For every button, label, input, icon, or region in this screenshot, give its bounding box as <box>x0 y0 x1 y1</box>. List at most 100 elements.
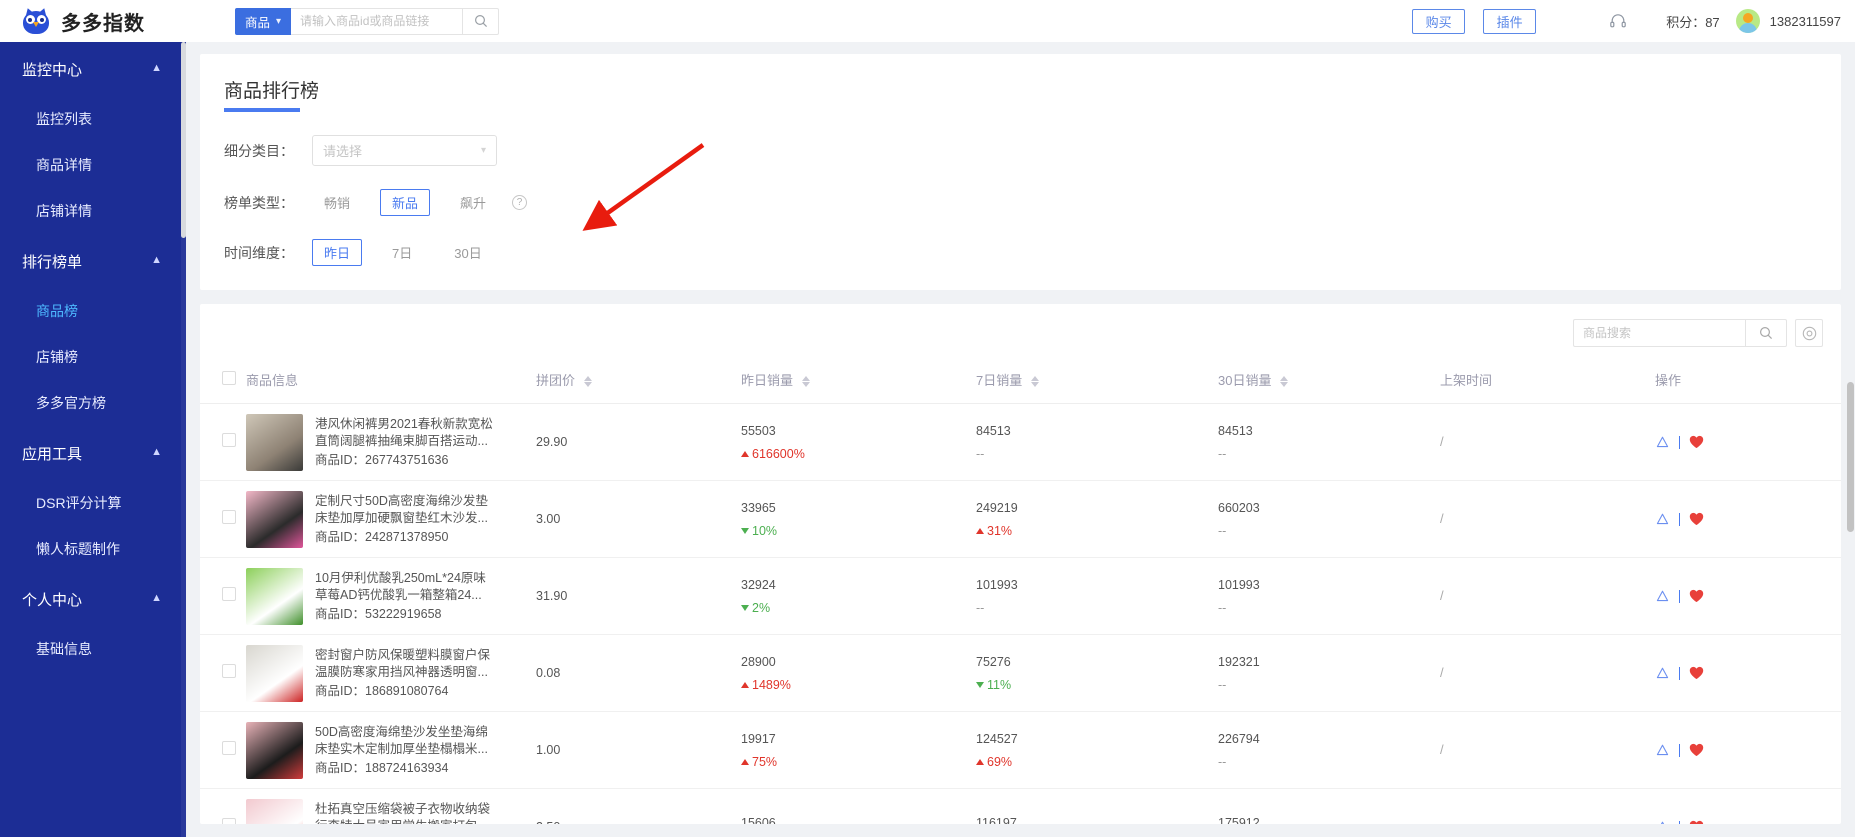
listed-time-cell: / <box>1440 557 1655 635</box>
sales-value: 32924 <box>741 577 776 592</box>
favorite-heart-icon[interactable] <box>1689 512 1704 526</box>
table-search-input[interactable] <box>1573 319 1745 347</box>
table-row[interactable]: 定制尺寸50D高密度海绵沙发垫 床垫加厚加硬飘窗垫红木沙发... 商品ID：2428… <box>200 480 1841 558</box>
col-7d-sales[interactable]: 7日销量 <box>976 362 1218 404</box>
monitor-add-icon[interactable] <box>1655 666 1670 681</box>
table-row[interactable]: 10月伊利优酸乳250mL*24原味 草莓AD钙优酸乳一箱整箱24... 商品ID：… <box>200 557 1841 635</box>
triangle-down-icon <box>976 681 984 688</box>
sort-icon[interactable] <box>1030 376 1039 388</box>
delta: 69% <box>976 755 1218 769</box>
help-icon[interactable]: ? <box>512 195 528 210</box>
sort-icon[interactable] <box>801 376 810 388</box>
favorite-heart-icon[interactable] <box>1689 589 1704 603</box>
table-row[interactable]: 50D高密度海绵垫沙发坐垫海绵 床垫实木定制加厚坐垫榻榻米... 商品ID：1887… <box>200 711 1841 789</box>
sort-icon[interactable] <box>583 376 592 388</box>
price-cell: 0.08 <box>536 634 741 712</box>
monitor-add-icon[interactable] <box>1655 512 1670 527</box>
sidebar-item-official-rank[interactable]: 多多官方榜 <box>0 380 186 426</box>
sidebar-group-ranking[interactable]: 排行榜单 ▲ <box>0 234 186 288</box>
sidebar-group-personal[interactable]: 个人中心 ▲ <box>0 572 186 626</box>
search-submit-button[interactable] <box>463 7 500 35</box>
sales-7d-cell: 101993 -- <box>976 557 1218 635</box>
row-checkbox[interactable] <box>222 432 236 447</box>
sidebar-item-product-detail[interactable]: 商品详情 <box>0 142 186 188</box>
buy-button[interactable]: 购买 <box>1412 8 1466 34</box>
sidebar-item-label: 监控列表 <box>36 111 92 127</box>
action-divider <box>1679 435 1680 449</box>
content-scrollbar[interactable] <box>1846 42 1855 837</box>
row-checkbox[interactable] <box>222 586 236 601</box>
filter-row-list-type: 榜单类型： 畅销 新品 飙升 ? <box>224 189 1841 216</box>
sidebar-item-shop-detail[interactable]: 店铺详情 <box>0 188 186 234</box>
monitor-add-icon[interactable] <box>1655 820 1670 825</box>
select-all-checkbox[interactable] <box>222 371 236 385</box>
table-toolbar <box>200 304 1841 362</box>
product-title-line1: 10月伊利优酸乳250mL*24原味 <box>315 570 486 585</box>
monitor-add-icon[interactable] <box>1655 743 1670 758</box>
time-label: 时间维度： <box>224 244 294 261</box>
favorite-heart-icon[interactable] <box>1689 820 1704 824</box>
favorite-heart-icon[interactable] <box>1689 666 1704 680</box>
sidebar-item-title-maker[interactable]: 懒人标题制作 <box>0 526 186 572</box>
support-headset-icon[interactable] <box>1608 11 1628 31</box>
triangle-down-icon <box>741 604 749 611</box>
plugin-button[interactable]: 插件 <box>1483 8 1537 34</box>
category-select[interactable]: 请选择 ▾ <box>312 135 497 166</box>
list-type-option-bestseller[interactable]: 畅销 <box>312 189 362 216</box>
product-thumbnail <box>246 413 303 471</box>
category-select-value: 请选择 <box>323 144 363 159</box>
content-scrollbar-thumb[interactable] <box>1847 382 1854 532</box>
row-checkbox[interactable] <box>222 509 236 524</box>
search-category-button[interactable]: 商品 ▾ <box>235 7 292 35</box>
listed-time-cell <box>1440 788 1655 824</box>
camera-search-icon[interactable] <box>1795 319 1823 347</box>
delta: -- <box>1218 446 1227 461</box>
list-type-option-new[interactable]: 新品 <box>380 189 431 216</box>
delta: 10% <box>741 524 976 538</box>
col-yesterday-sales[interactable]: 昨日销量 <box>741 362 976 404</box>
monitor-add-icon[interactable] <box>1655 435 1670 450</box>
sort-icon[interactable] <box>1280 376 1289 388</box>
sidebar-item-basic-info[interactable]: 基础信息 <box>0 626 186 672</box>
product-id: 商品ID：267743751636 <box>315 452 449 467</box>
sidebar-group-label: 应用工具 <box>22 445 83 463</box>
sidebar-item-shop-rank[interactable]: 店铺榜 <box>0 334 186 380</box>
listed-time-cell: / <box>1440 403 1655 481</box>
time-option-yesterday[interactable]: 昨日 <box>312 239 363 266</box>
favorite-heart-icon[interactable] <box>1689 743 1704 757</box>
user-phone[interactable]: 1382311597 <box>1770 14 1841 29</box>
favorite-heart-icon[interactable] <box>1689 435 1704 449</box>
list-type-option-rising[interactable]: 飙升 <box>448 189 498 216</box>
table-row[interactable]: 密封窗户防风保暖塑料膜窗户保 温膜防寒家用挡风神器透明窗... 商品ID：18689… <box>200 634 1841 712</box>
col-price[interactable]: 拼团价 <box>536 362 741 404</box>
brand-logo[interactable]: 多多指数 <box>0 0 186 42</box>
sidebar-scrollbar[interactable] <box>181 42 186 837</box>
header-right-cluster: 购买 插件 积分：87 1382311597 <box>1412 8 1855 34</box>
product-thumbnail <box>246 490 303 548</box>
monitor-add-icon[interactable] <box>1655 589 1670 604</box>
points-label: 积分：87 <box>1666 14 1720 30</box>
sidebar-group-tools[interactable]: 应用工具 ▲ <box>0 426 186 480</box>
time-option-7d[interactable]: 7日 <box>380 239 424 266</box>
sidebar-item-product-rank[interactable]: 商品榜 <box>0 288 186 334</box>
table-row[interactable]: 港风休闲裤男2021春秋新款宽松 直筒阔腿裤抽绳束脚百搭运动... 商品ID：267… <box>200 403 1841 481</box>
sidebar-item-label: 懒人标题制作 <box>36 541 120 557</box>
sidebar-group-monitor[interactable]: 监控中心 ▲ <box>0 42 186 96</box>
avatar[interactable] <box>1735 9 1760 33</box>
price-cell: 1.00 <box>536 711 741 789</box>
product-info-cell: 港风休闲裤男2021春秋新款宽松 直筒阔腿裤抽绳束脚百搭运动... 商品ID：267… <box>246 403 536 481</box>
table-row[interactable]: 杜拓真空压缩袋被子衣物收纳袋行李特大号家用学生搬家打包...商品ID：2.501… <box>200 788 1841 825</box>
row-checkbox[interactable] <box>222 817 236 824</box>
sidebar-item-dsr-calc[interactable]: DSR评分计算 <box>0 480 186 526</box>
row-checkbox[interactable] <box>222 663 236 678</box>
sidebar-scrollbar-thumb[interactable] <box>181 42 186 238</box>
sidebar-item-monitor-list[interactable]: 监控列表 <box>0 96 186 142</box>
actions-cell <box>1655 557 1841 635</box>
listed-time-value: / <box>1440 434 1444 449</box>
col-actions: 操作 <box>1655 362 1841 404</box>
row-checkbox[interactable] <box>222 740 236 755</box>
search-input[interactable] <box>291 7 464 35</box>
table-search-button[interactable] <box>1745 319 1787 347</box>
time-option-30d[interactable]: 30日 <box>442 239 493 266</box>
col-30d-sales[interactable]: 30日销量 <box>1218 362 1440 404</box>
